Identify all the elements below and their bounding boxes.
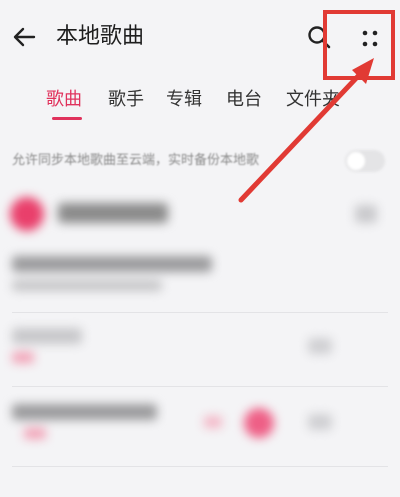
cloud-sync-row: 允许同步本地歌曲至云端，实时备份本地歌 [12, 145, 392, 175]
song-title-placeholder [12, 404, 157, 420]
list-item[interactable] [12, 252, 388, 302]
tab-albums[interactable]: 专辑 [166, 84, 202, 116]
play-all-label [58, 203, 168, 223]
back-arrow-icon[interactable] [10, 22, 40, 52]
highlight-box [323, 10, 395, 80]
active-tab-indicator [52, 117, 82, 120]
play-all-icon [10, 197, 44, 231]
song-more-icon[interactable] [308, 338, 332, 354]
song-title-placeholder [12, 328, 82, 344]
page-title: 本地歌曲 [56, 24, 145, 49]
multi-select-icon[interactable] [355, 205, 377, 223]
divider [12, 312, 388, 313]
cloud-sync-toggle[interactable] [345, 150, 385, 172]
tab-folders[interactable]: 文件夹 [286, 84, 340, 116]
song-tag-placeholder [12, 352, 34, 363]
list-item[interactable] [12, 324, 388, 374]
song-subtitle-placeholder [12, 280, 162, 291]
cloud-sync-text: 允许同步本地歌曲至云端，实时备份本地歌 [12, 153, 260, 168]
tab-songs[interactable]: 歌曲 [46, 84, 82, 116]
song-quality-icon [204, 416, 222, 428]
divider [12, 386, 388, 387]
tab-radio[interactable]: 电台 [226, 84, 262, 116]
song-more-icon[interactable] [308, 414, 332, 430]
play-all-row[interactable] [10, 195, 390, 235]
playing-indicator-icon [244, 408, 274, 438]
song-tag-placeholder [24, 428, 46, 439]
tab-artists[interactable]: 歌手 [108, 84, 144, 116]
song-title-placeholder [12, 256, 212, 272]
divider [12, 466, 388, 467]
list-item[interactable] [12, 400, 388, 450]
